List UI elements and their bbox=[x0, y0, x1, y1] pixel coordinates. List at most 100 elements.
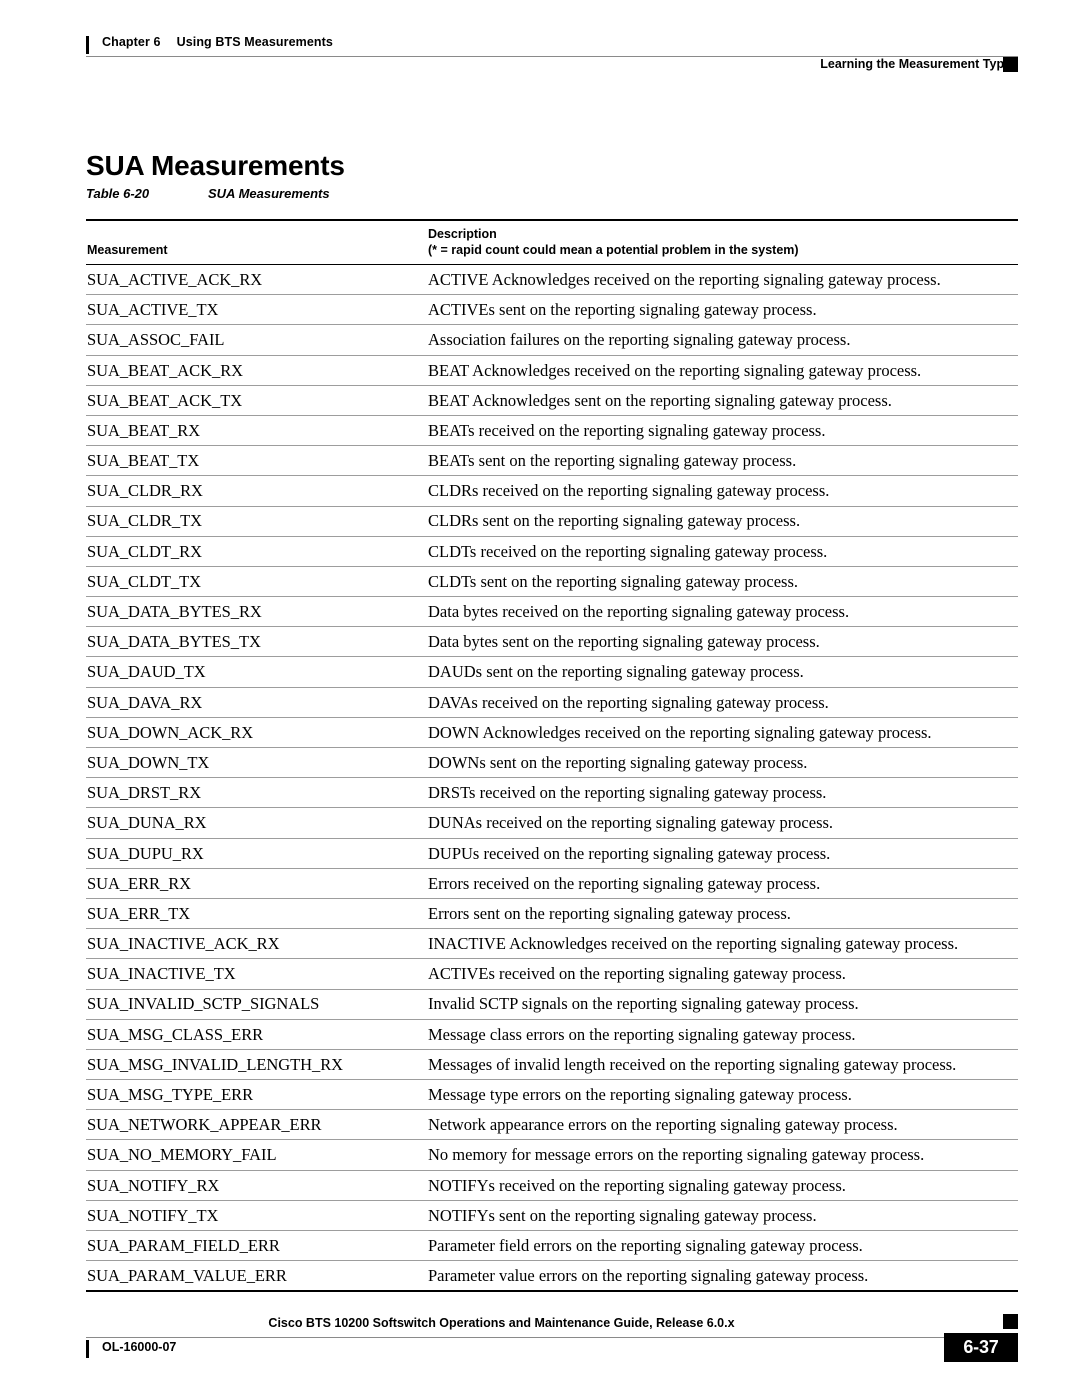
header-chapter-title: Using BTS Measurements bbox=[176, 35, 333, 49]
measurement-description-cell: NOTIFYs received on the reporting signal… bbox=[424, 1170, 1018, 1201]
table-caption-title: SUA Measurements bbox=[208, 186, 330, 201]
measurement-description-cell: No memory for message errors on the repo… bbox=[424, 1139, 1018, 1171]
measurement-description-cell: BEATs sent on the reporting signaling ga… bbox=[424, 445, 1018, 477]
table-row: SUA_NOTIFY_TX NOTIFYs sent on the reporti… bbox=[86, 1200, 1018, 1232]
measurement-name-cell: SUA_MSG_TYPE_ERR bbox=[86, 1079, 424, 1111]
measurement-description-cell: CLDTs received on the reporting signalin… bbox=[424, 536, 1018, 567]
measurement-description-cell: Data bytes received on the reporting sig… bbox=[424, 596, 1018, 628]
table-row: SUA_DAVA_RX DAVAs received on the reporti… bbox=[86, 687, 1018, 718]
measurement-description-cell: DUNAs received on the reporting signalin… bbox=[424, 807, 1018, 839]
table-row: SUA_DATA_BYTES_RX Data bytes received on … bbox=[86, 596, 1018, 628]
measurement-description-cell: INACTIVE Acknowledges received on the re… bbox=[424, 928, 1018, 960]
header-section-title: Learning the Measurement Types bbox=[820, 57, 1018, 71]
footer-document-id: OL-16000-07 bbox=[102, 1340, 177, 1354]
measurement-description-cell: DRSTs received on the reporting signalin… bbox=[424, 777, 1018, 809]
footer-corner-marker bbox=[1003, 1314, 1018, 1329]
measurement-name-cell: SUA_DOWN_TX bbox=[86, 747, 424, 779]
header-corner-marker bbox=[1003, 57, 1018, 72]
measurement-name-cell: SUA_BEAT_ACK_RX bbox=[86, 355, 424, 386]
measurement-description-cell: DAUDs sent on the reporting signaling ga… bbox=[424, 656, 1018, 688]
measurement-name-cell: SUA_PARAM_FIELD_ERR bbox=[86, 1230, 424, 1262]
table-row: SUA_CLDR_TX CLDRs sent on the reporting s… bbox=[86, 506, 1018, 537]
page-header: Chapter 6 Using BTS Measurements Learning… bbox=[0, 0, 1080, 92]
measurement-name-cell: SUA_DATA_BYTES_TX bbox=[86, 626, 424, 658]
table-header-row: Measurement Description (* = rapid count… bbox=[86, 219, 1018, 265]
header-chapter-number: Chapter 6 bbox=[102, 35, 161, 49]
table-row: SUA_INACTIVE_ACK_RX INACTIVE Acknowledges… bbox=[86, 928, 1018, 960]
table-row: SUA_NO_MEMORY_FAIL No memory for message … bbox=[86, 1139, 1018, 1171]
table-row: SUA_MSG_TYPE_ERR Message type errors on t… bbox=[86, 1079, 1018, 1111]
measurement-description-cell: ACTIVEs received on the reporting signal… bbox=[424, 958, 1018, 990]
table-row: SUA_INACTIVE_TX ACTIVEs received on the r… bbox=[86, 958, 1018, 990]
measurement-description-cell: DAVAs received on the reporting signalin… bbox=[424, 687, 1018, 718]
table-row: SUA_CLDT_TX CLDTs sent on the reporting s… bbox=[86, 566, 1018, 598]
measurement-name-cell: SUA_ERR_TX bbox=[86, 898, 424, 930]
table-row: SUA_DAUD_TX DAUDs sent on the reporting s… bbox=[86, 656, 1018, 688]
page-footer: Cisco BTS 10200 Softswitch Operations an… bbox=[0, 1300, 1080, 1380]
table-row: SUA_ACTIVE_TX ACTIVEs sent on the reporti… bbox=[86, 294, 1018, 326]
table-row: SUA_BEAT_ACK_RX BEAT Acknowledges receive… bbox=[86, 355, 1018, 386]
table-row: SUA_ERR_RX Errors received on the reporti… bbox=[86, 868, 1018, 899]
table-header: Measurement Description (* = rapid count… bbox=[86, 219, 1018, 265]
measurement-name-cell: SUA_BEAT_ACK_TX bbox=[86, 385, 424, 416]
measurement-description-cell: Errors sent on the reporting signaling g… bbox=[424, 898, 1018, 930]
table-row: SUA_DUPU_RX DUPUs received on the reporti… bbox=[86, 838, 1018, 869]
table-caption-number: Table 6-20 bbox=[86, 186, 150, 201]
measurement-name-cell: SUA_BEAT_RX bbox=[86, 415, 424, 447]
table-row: SUA_ERR_TX Errors sent on the reporting s… bbox=[86, 898, 1018, 930]
table-row: SUA_PARAM_FIELD_ERR Parameter field error… bbox=[86, 1230, 1018, 1262]
table-row: SUA_DATA_BYTES_TX Data bytes sent on the … bbox=[86, 626, 1018, 658]
measurement-name-cell: SUA_BEAT_TX bbox=[86, 445, 424, 477]
table-row: SUA_BEAT_RX BEATs received on the reporti… bbox=[86, 415, 1018, 447]
measurement-name-cell: SUA_DUNA_RX bbox=[86, 807, 424, 839]
measurement-description-cell: ACTIVE Acknowledges received on the repo… bbox=[424, 264, 1018, 296]
table-row: SUA_DUNA_RX DUNAs received on the reporti… bbox=[86, 807, 1018, 839]
measurement-name-cell: SUA_ASSOC_FAIL bbox=[86, 324, 424, 356]
measurement-name-cell: SUA_NOTIFY_TX bbox=[86, 1200, 424, 1232]
measurement-name-cell: SUA_INACTIVE_ACK_RX bbox=[86, 928, 424, 960]
table-row: SUA_INVALID_SCTP_SIGNALS Invalid SCTP sig… bbox=[86, 989, 1018, 1020]
table-row: SUA_CLDT_RX CLDTs received on the reporti… bbox=[86, 536, 1018, 567]
measurement-name-cell: SUA_CLDR_RX bbox=[86, 475, 424, 507]
measurement-name-cell: SUA_DOWN_ACK_RX bbox=[86, 717, 424, 749]
measurement-name-cell: SUA_DRST_RX bbox=[86, 777, 424, 809]
measurement-name-cell: SUA_CLDT_TX bbox=[86, 566, 424, 598]
measurement-name-cell: SUA_ERR_RX bbox=[86, 868, 424, 899]
table-row: SUA_BEAT_TX BEATs sent on the reporting s… bbox=[86, 445, 1018, 477]
measurement-description-cell: Parameter field errors on the reporting … bbox=[424, 1230, 1018, 1262]
measurement-description-cell: DUPUs received on the reporting signalin… bbox=[424, 838, 1018, 869]
footer-rule bbox=[86, 1337, 1018, 1338]
table-row: SUA_DOWN_TX DOWNs sent on the reporting s… bbox=[86, 747, 1018, 779]
measurement-name-cell: SUA_PARAM_VALUE_ERR bbox=[86, 1260, 424, 1293]
measurement-description-cell: DOWNs sent on the reporting signaling ga… bbox=[424, 747, 1018, 779]
page-title: SUA Measurements bbox=[86, 149, 345, 181]
measurement-name-cell: SUA_INVALID_SCTP_SIGNALS bbox=[86, 989, 424, 1020]
measurement-name-cell: SUA_DATA_BYTES_RX bbox=[86, 596, 424, 628]
measurement-name-cell: SUA_NO_MEMORY_FAIL bbox=[86, 1139, 424, 1171]
measurement-description-cell: CLDTs sent on the reporting signaling ga… bbox=[424, 566, 1018, 598]
measurement-description-cell: Message type errors on the reporting sig… bbox=[424, 1079, 1018, 1111]
measurement-description-cell: Data bytes sent on the reporting signali… bbox=[424, 626, 1018, 658]
measurement-description-cell: CLDRs sent on the reporting signaling ga… bbox=[424, 506, 1018, 537]
measurement-name-cell: SUA_NOTIFY_RX bbox=[86, 1170, 424, 1201]
measurement-name-cell: SUA_INACTIVE_TX bbox=[86, 958, 424, 990]
measurement-description-cell: Errors received on the reporting signali… bbox=[424, 868, 1018, 899]
measurement-description-cell: NOTIFYs sent on the reporting signaling … bbox=[424, 1200, 1018, 1232]
measurement-description-cell: BEAT Acknowledges received on the report… bbox=[424, 355, 1018, 386]
measurement-name-cell: SUA_NETWORK_APPEAR_ERR bbox=[86, 1109, 424, 1141]
table-row: SUA_NOTIFY_RX NOTIFYs received on the rep… bbox=[86, 1170, 1018, 1201]
table-row: SUA_DRST_RX DRSTs received on the reporti… bbox=[86, 777, 1018, 809]
sua-measurements-table: Measurement Description (* = rapid count… bbox=[86, 219, 1018, 1293]
column-header-measurement: Measurement bbox=[86, 219, 424, 265]
measurement-description-cell: Network appearance errors on the reporti… bbox=[424, 1109, 1018, 1141]
measurement-name-cell: SUA_CLDR_TX bbox=[86, 506, 424, 537]
table-row: SUA_BEAT_ACK_TX BEAT Acknowledges sent on… bbox=[86, 385, 1018, 416]
measurement-name-cell: SUA_CLDT_RX bbox=[86, 536, 424, 567]
table-row: SUA_ACTIVE_ACK_RX ACTIVE Acknowledges rec… bbox=[86, 264, 1018, 296]
measurement-name-cell: SUA_MSG_CLASS_ERR bbox=[86, 1019, 424, 1050]
measurement-description-cell: Parameter value errors on the reporting … bbox=[424, 1260, 1018, 1293]
measurement-name-cell: SUA_ACTIVE_TX bbox=[86, 294, 424, 326]
header-chapter-line: Chapter 6 Using BTS Measurements bbox=[102, 35, 333, 49]
measurement-name-cell: SUA_ACTIVE_ACK_RX bbox=[86, 264, 424, 296]
table-row: SUA_ASSOC_FAIL Association failures on th… bbox=[86, 324, 1018, 356]
